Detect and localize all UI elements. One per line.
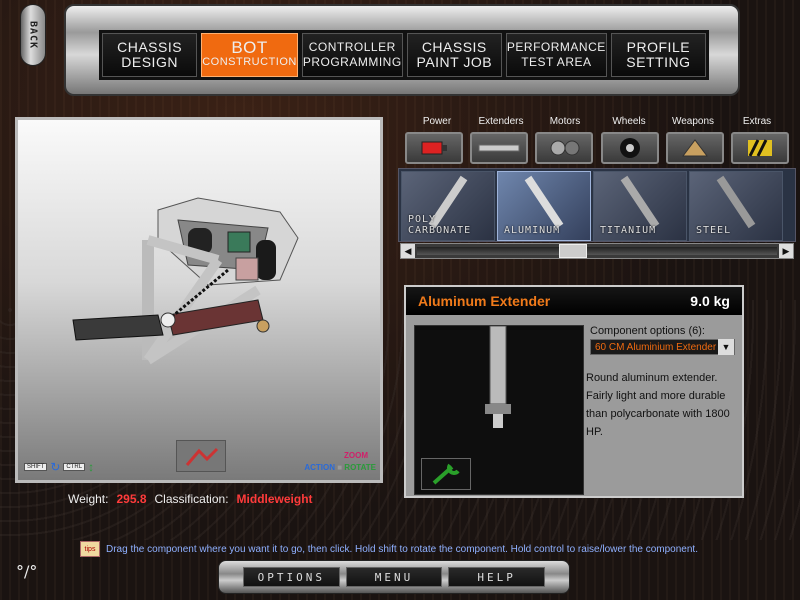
tab-chassis-design[interactable]: CHASSIS DESIGN: [102, 33, 198, 77]
detail-header: Aluminum Extender 9.0 kg: [406, 287, 742, 315]
extender-bar-icon: [478, 144, 520, 152]
options-button[interactable]: OPTIONS: [243, 567, 340, 587]
tip-text: Drag the component where you want it to …: [106, 543, 698, 555]
category-label-wheels: Wheels: [612, 116, 646, 127]
component-weight: 9.0 kg: [690, 293, 730, 309]
selected-option: 60 CM Aluminium Extender: [595, 341, 717, 353]
category-label-extenders: Extenders: [478, 116, 524, 127]
tab-bot-construction[interactable]: BOT CONSTRUCTION: [201, 33, 298, 77]
tab-chassis-paint-job[interactable]: CHASSIS PAINT JOB: [406, 33, 502, 77]
tab-profile-setting[interactable]: PROFILE SETTING: [610, 33, 706, 77]
component-carousel: POLY CARBONATE ALUMINUM TITANIUM STEEL: [398, 168, 796, 242]
category-extras-button[interactable]: [730, 132, 789, 164]
category-labels: Power Extenders Motors Wheels Weapons Ex…: [405, 116, 789, 127]
tip-bar: tips Drag the component where you want i…: [80, 541, 698, 557]
item-steel[interactable]: STEEL: [689, 171, 783, 241]
wheel-icon: [619, 138, 640, 158]
help-button[interactable]: HELP: [448, 567, 546, 587]
part-thumbnail-icon: [185, 447, 219, 466]
shift-key: SHIFT: [24, 463, 48, 471]
top-nav: CHASSIS DESIGN BOT CONSTRUCTION CONTROLL…: [64, 4, 740, 96]
category-power-button[interactable]: [405, 132, 463, 164]
category-weapons-button[interactable]: [665, 132, 724, 164]
back-button[interactable]: BACK: [20, 4, 46, 66]
nav-tabs: CHASSIS DESIGN BOT CONSTRUCTION CONTROLL…: [99, 30, 709, 80]
motor-icon: [550, 140, 580, 156]
item-polycarbonate[interactable]: POLY CARBONATE: [401, 171, 495, 241]
tips-icon[interactable]: tips: [80, 541, 100, 557]
weight-value: 295.8: [116, 492, 147, 506]
titanium-rod-icon: [620, 175, 660, 229]
category-buttons: [405, 132, 789, 164]
classification-label: Classification:: [154, 492, 229, 506]
scroll-right-arrow-icon[interactable]: ▶: [779, 244, 793, 258]
carousel-scrollbar[interactable]: ◀ ▶: [400, 243, 794, 259]
classification-value: Middleweight: [236, 492, 313, 506]
rotate-label: ROTATE: [344, 463, 376, 472]
tab-performance-test-area[interactable]: PERFORMANCE TEST AREA: [505, 33, 607, 77]
weapon-icon: [681, 139, 708, 157]
category-extenders-button[interactable]: [470, 132, 529, 164]
dropdown-arrow-icon[interactable]: ▼: [718, 339, 734, 355]
category-label-extras: Extras: [742, 116, 772, 127]
bot-stats: Weight: 295.8 Classification: Middleweig…: [68, 492, 313, 506]
item-aluminum[interactable]: ALUMINUM: [497, 171, 591, 241]
category-motors-button[interactable]: [535, 132, 594, 164]
menu-button[interactable]: MENU: [345, 567, 443, 587]
action-legend: ZOOM ACTION ■ ROTATE: [304, 451, 376, 472]
zoom-label: ZOOM: [344, 451, 368, 460]
game-logo-icon: °/°: [16, 562, 38, 581]
category-label-motors: Motors: [549, 116, 581, 127]
extender-preview-image: [485, 325, 511, 428]
component-detail-panel: Aluminum Extender 9.0 kg Component optio…: [404, 285, 744, 498]
scroll-left-arrow-icon[interactable]: ◀: [401, 244, 415, 258]
back-label: BACK: [27, 20, 39, 50]
category-label-power: Power: [422, 116, 452, 127]
component-title: Aluminum Extender: [418, 293, 551, 309]
key-hints: SHIFT ↻ CTRL ↕: [24, 460, 94, 474]
tab-controller-programming[interactable]: CONTROLLER PROGRAMMING: [301, 33, 403, 77]
options-label: Component options (6):: [590, 325, 705, 337]
wrench-icon: [432, 463, 460, 485]
weight-label: Weight:: [68, 492, 109, 506]
steel-rod-icon: [716, 175, 756, 229]
up-down-arrow-icon: ↕: [88, 460, 95, 474]
hazard-stripe-icon: [747, 139, 772, 157]
edit-wrench-button[interactable]: [421, 458, 471, 490]
item-titanium[interactable]: TITANIUM: [593, 171, 687, 241]
bottom-menu-bar: OPTIONS MENU HELP: [218, 560, 570, 594]
aluminum-rod-icon: [524, 175, 564, 229]
rotate-icon: ↻: [50, 460, 61, 474]
category-label-weapons: Weapons: [671, 116, 715, 127]
bot-model[interactable]: [18, 120, 380, 480]
selected-part-thumbnail: [176, 440, 226, 472]
scroll-track[interactable]: [417, 244, 777, 258]
component-options-dropdown[interactable]: 60 CM Aluminium Extender ▼: [590, 339, 735, 355]
bot-3d-viewport[interactable]: SHIFT ↻ CTRL ↕ ZOOM ACTION ■ ROTATE: [15, 117, 383, 483]
component-description: Round aluminum extender. Fairly light an…: [586, 372, 730, 438]
component-preview: [414, 325, 584, 495]
ctrl-key: CTRL: [63, 463, 86, 471]
action-label: ACTION: [304, 463, 335, 472]
category-wheels-button[interactable]: [600, 132, 659, 164]
scroll-thumb[interactable]: [559, 244, 587, 258]
battery-icon: [421, 141, 447, 155]
